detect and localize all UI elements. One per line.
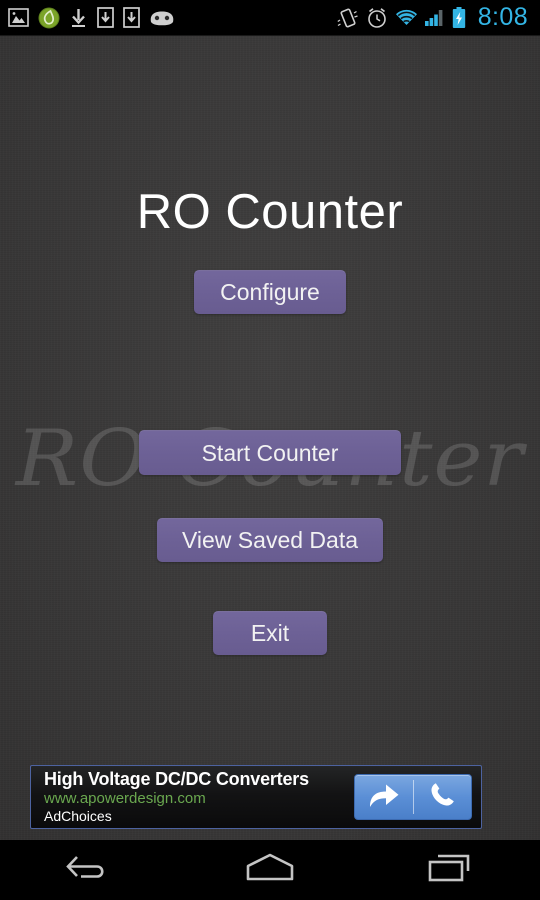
- download-to-device-icon: [97, 7, 114, 28]
- leaf-app-icon: [38, 7, 60, 29]
- home-icon: [241, 851, 299, 890]
- status-bar: 8:08: [0, 0, 540, 36]
- vibrate-icon: [337, 7, 359, 29]
- ad-open-arrow-icon: [367, 781, 401, 814]
- back-arrow-icon: [64, 851, 116, 890]
- app-content: RO Counter RO Counter Configure Start Co…: [0, 36, 540, 840]
- ad-text-block: High Voltage DC/DC Converters www.apower…: [31, 769, 354, 825]
- phone-screen: 8:08 RO Counter RO Counter Configure Sta…: [0, 0, 540, 900]
- alarm-clock-icon: [366, 7, 388, 29]
- configure-button[interactable]: Configure: [194, 270, 346, 314]
- android-head-icon: [149, 10, 175, 26]
- ad-action-buttons: [354, 774, 472, 820]
- ad-call-button[interactable]: [414, 775, 472, 819]
- clock-time: 8:08: [477, 3, 528, 31]
- recent-apps-icon: [424, 851, 476, 890]
- exit-button[interactable]: Exit: [213, 611, 327, 655]
- download-icon: [69, 8, 88, 28]
- ad-url[interactable]: www.apowerdesign.com: [44, 790, 354, 808]
- signal-bars-icon: [424, 8, 445, 27]
- ad-open-button[interactable]: [355, 775, 413, 819]
- view-saved-data-button[interactable]: View Saved Data: [157, 518, 383, 562]
- status-bar-system-icons: 8:08: [337, 3, 528, 32]
- nav-recents-button[interactable]: [360, 840, 540, 900]
- wifi-icon: [395, 8, 418, 27]
- page-title: RO Counter: [136, 185, 404, 239]
- nav-back-button[interactable]: [0, 840, 180, 900]
- ad-call-phone-icon: [428, 781, 456, 814]
- android-navigation-bar: [0, 840, 540, 900]
- start-counter-button[interactable]: Start Counter: [139, 430, 401, 475]
- gallery-icon: [8, 8, 29, 27]
- download-to-device-icon-2: [123, 7, 140, 28]
- nav-home-button[interactable]: [180, 840, 360, 900]
- ad-choices-label[interactable]: AdChoices: [44, 808, 354, 825]
- battery-charging-icon: [452, 6, 466, 29]
- ad-banner[interactable]: High Voltage DC/DC Converters www.apower…: [30, 765, 482, 829]
- status-bar-notification-icons: [8, 7, 337, 29]
- ad-headline: High Voltage DC/DC Converters: [44, 769, 309, 789]
